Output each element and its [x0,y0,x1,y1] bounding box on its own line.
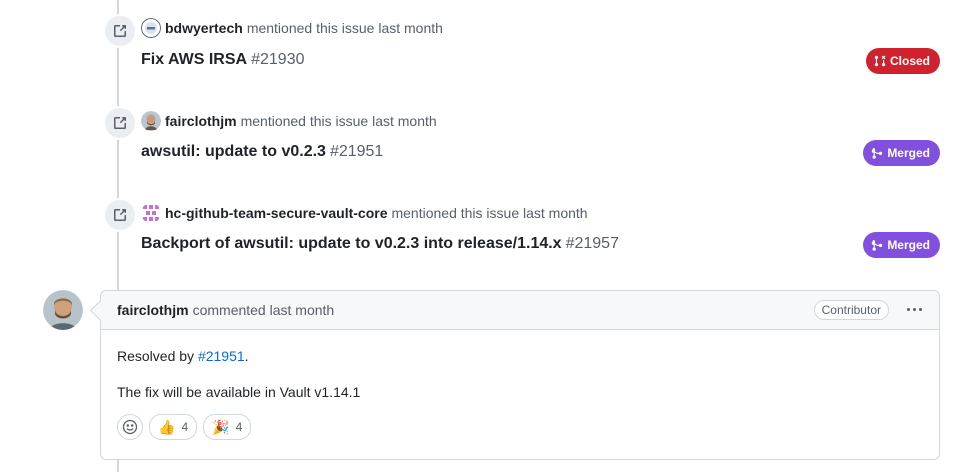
role-badge: Contributor [813,300,889,320]
status-badge-label: Merged [887,238,930,252]
avatar[interactable] [141,203,161,223]
reference-title[interactable]: Fix AWS IRSA [141,51,247,68]
comment-text: . [244,348,249,364]
status-badge-label: Closed [889,54,930,68]
kebab-horizontal-icon[interactable] [903,299,925,319]
reactions-bar: 👍 4 🎉 4 [117,414,923,440]
reference-title[interactable]: Backport of awsutil: update to v0.2.3 in… [141,235,562,252]
reaction-count: 4 [235,420,243,434]
event-mention-line: hc-github-team-secure-vault-core mention… [141,203,588,223]
status-badge: Closed [865,48,940,74]
comment-paragraph: The fix will be available in Vault v1.14… [117,384,361,400]
comment-meta[interactable]: commented last month [193,302,335,318]
merge-icon [872,239,883,251]
status-badge-label: Merged [887,146,930,160]
issue-link[interactable]: #21951 [198,348,245,364]
event-action: mentioned this issue last month [391,205,588,221]
event-author[interactable]: hc-github-team-secure-vault-core [165,205,387,221]
event-mention-line: bdwyertech mentioned this issue last mon… [141,18,443,38]
smiley-icon[interactable] [117,414,143,440]
reaction-thumbs-up[interactable]: 👍 4 [149,414,198,440]
party-popper-icon: 🎉 [212,418,230,435]
pull-request-closed-icon [874,55,886,67]
event-author[interactable]: bdwyertech [165,20,243,36]
reference-number[interactable]: #21957 [566,235,619,252]
reaction-count: 4 [181,420,189,434]
event-mention-line: fairclothjm mentioned this issue last mo… [141,111,437,131]
event-action: mentioned this issue last month [246,20,443,36]
thumbs-up-icon: 👍 [158,418,176,435]
merge-icon [872,147,883,159]
cross-reference-icon [103,106,137,140]
comment-box: fairclothjm commented last month Contrib… [100,290,940,460]
reference-title[interactable]: awsutil: update to v0.2.3 [141,143,326,160]
cross-reference-icon [103,198,137,232]
comment-text: Resolved by [117,348,198,364]
event-reference[interactable]: Fix AWS IRSA #21930 [141,51,304,69]
status-badge: Merged [863,232,940,258]
event-reference[interactable]: awsutil: update to v0.2.3 #21951 [141,143,383,161]
event-author[interactable]: fairclothjm [165,113,237,129]
event-action: mentioned this issue last month [240,113,437,129]
avatar[interactable] [141,111,161,131]
comment-author-avatar[interactable] [43,290,83,330]
reference-number[interactable]: #21930 [251,51,304,68]
comment-body: Resolved by #21951. The fix will be avai… [101,330,939,456]
comment-header: fairclothjm commented last month Contrib… [101,291,939,330]
comment-author[interactable]: fairclothjm [117,302,189,318]
comment-paragraph: Resolved by #21951. [117,346,923,366]
reaction-hooray[interactable]: 🎉 4 [203,414,252,440]
cross-reference-icon [103,14,137,48]
status-badge: Merged [863,140,940,166]
event-reference[interactable]: Backport of awsutil: update to v0.2.3 in… [141,235,619,253]
reference-number[interactable]: #21951 [330,143,383,160]
avatar[interactable] [141,18,161,38]
